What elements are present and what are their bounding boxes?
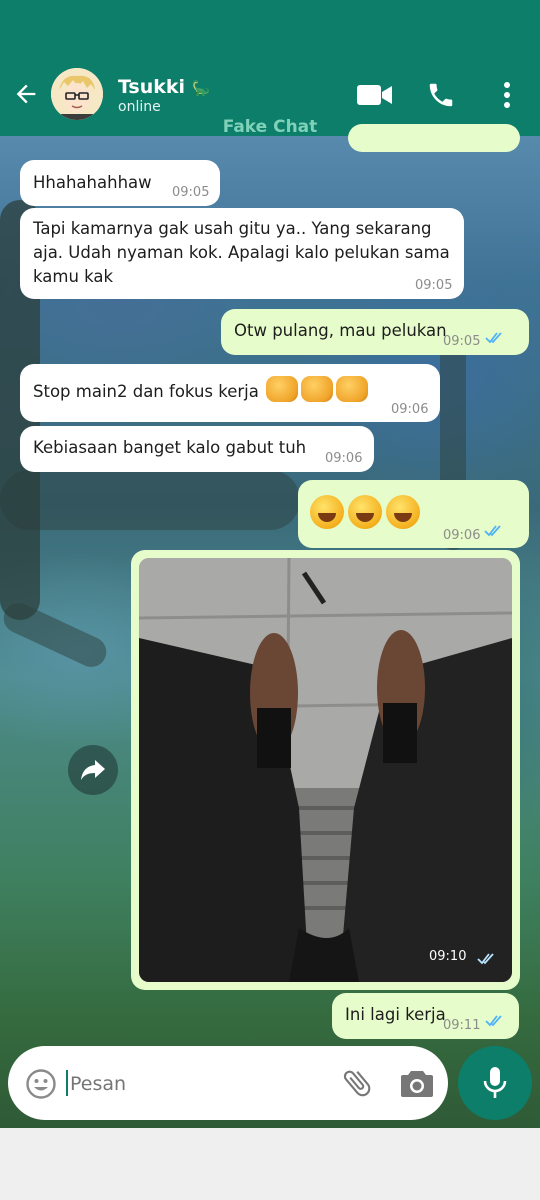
message-bubble-incoming[interactable]: Kebiasaan banget kalo gabut tuh 09:06 — [20, 426, 374, 472]
rofl-emoji-icon — [348, 495, 382, 529]
message-bubble-outgoing[interactable]: 09:06 — [298, 480, 529, 548]
message-time: 09:10 — [429, 949, 467, 964]
dinosaur-icon: 🦕 — [191, 79, 211, 97]
attach-icon[interactable] — [340, 1066, 374, 1100]
contact-status: online — [118, 99, 161, 115]
message-time: 09:06 — [325, 451, 363, 466]
more-vert-icon[interactable] — [496, 80, 518, 110]
message-time: 09:05 — [415, 278, 453, 293]
message-time: 09:05 — [443, 334, 481, 349]
forward-button[interactable] — [68, 745, 118, 795]
message-text: Stop main2 dan fokus kerja — [33, 382, 259, 401]
message-text: Otw pulang, mau pelukan — [234, 321, 447, 340]
message-text: Ini lagi kerja — [345, 1005, 446, 1024]
rofl-emoji-icon — [310, 495, 344, 529]
contact-name[interactable]: Tsukki 🦕 — [118, 76, 210, 98]
phone-icon[interactable] — [426, 80, 456, 110]
laughing-emoji-group — [310, 495, 424, 529]
chat-screen: Tsukki 🦕 online Fake Chat Hhahahahhaw 09… — [0, 0, 540, 1128]
message-time: 09:06 — [391, 402, 429, 417]
message-time: 09:06 — [443, 528, 481, 543]
message-bubble-incoming[interactable]: Tapi kamarnya gak usah gitu ya.. Yang se… — [20, 208, 464, 299]
message-input[interactable] — [68, 1066, 332, 1102]
read-ticks-icon — [477, 953, 494, 965]
message-text: Hhahahahhaw — [33, 173, 152, 192]
message-bubble-outgoing[interactable]: Otw pulang, mau pelukan 09:05 — [221, 309, 529, 355]
back-arrow-icon[interactable] — [12, 80, 40, 108]
chat-header: Tsukki 🦕 online — [0, 0, 540, 136]
forward-icon — [81, 760, 105, 780]
avatar[interactable] — [51, 68, 103, 120]
fist-emoji-group — [266, 376, 371, 402]
rofl-emoji-icon — [386, 495, 420, 529]
image-message-photo[interactable] — [139, 558, 512, 982]
message-text: Tapi kamarnya gak usah gitu ya.. Yang se… — [33, 219, 450, 286]
read-ticks-icon — [485, 1015, 502, 1027]
image-message-bubble[interactable]: 09:10 — [131, 550, 520, 990]
message-time: 09:05 — [172, 185, 210, 200]
mic-button[interactable] — [458, 1046, 532, 1120]
mic-icon — [483, 1067, 507, 1098]
fist-emoji-icon — [266, 376, 298, 402]
fist-emoji-icon — [336, 376, 368, 402]
message-bubble-incoming[interactable]: Stop main2 dan fokus kerja 09:06 — [20, 364, 440, 422]
emoji-icon[interactable] — [25, 1068, 57, 1100]
watermark: Fake Chat — [222, 117, 318, 137]
read-ticks-icon — [484, 525, 501, 537]
message-bubble-incoming[interactable]: Hhahahahhaw 09:05 — [20, 160, 220, 206]
fist-emoji-icon — [301, 376, 333, 402]
video-call-icon[interactable] — [356, 82, 394, 108]
bottom-area — [0, 1128, 540, 1200]
message-text: Kebiasaan banget kalo gabut tuh — [33, 438, 307, 457]
message-time: 09:11 — [443, 1018, 481, 1033]
camera-icon[interactable] — [400, 1068, 434, 1098]
message-bubble-outgoing[interactable]: Ini lagi kerja 09:11 — [332, 993, 519, 1039]
read-ticks-icon — [485, 332, 502, 344]
message-composer — [8, 1046, 448, 1120]
